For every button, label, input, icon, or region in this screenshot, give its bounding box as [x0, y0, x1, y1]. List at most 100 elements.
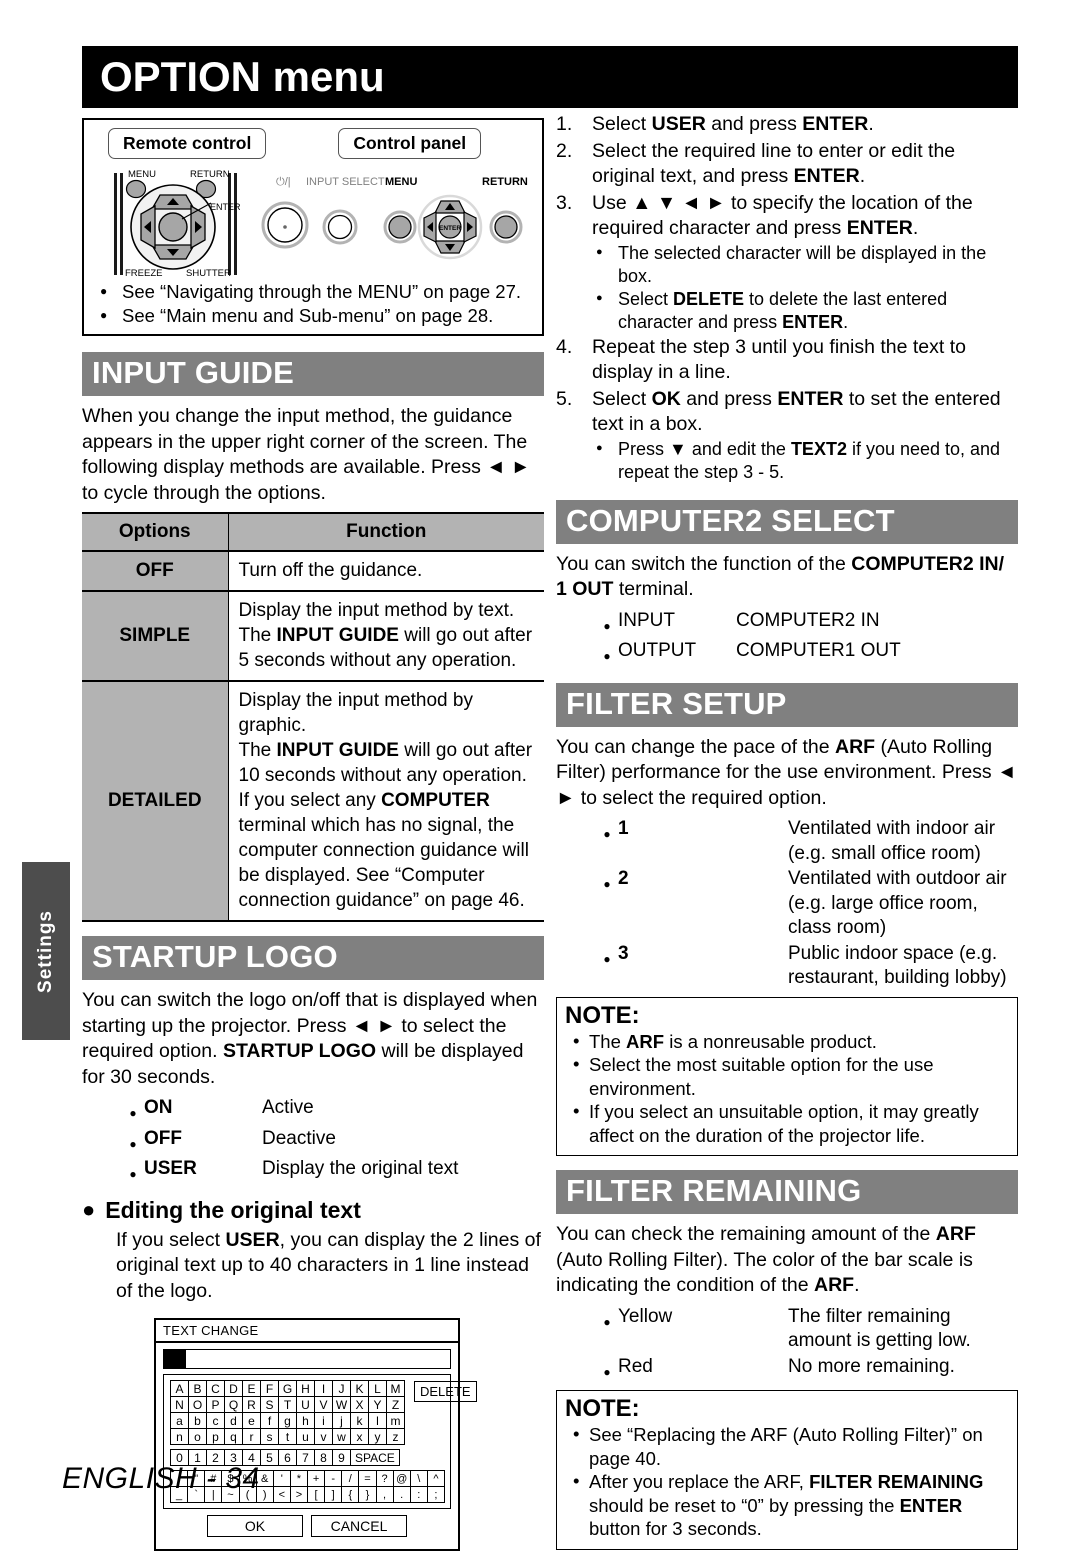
control-diagram-box: Remote control Control panel MENU RETURN…	[82, 118, 544, 336]
keyboard-key[interactable]: }	[358, 1486, 377, 1503]
keyboard-key[interactable]: a	[170, 1412, 189, 1429]
keyboard-key[interactable]: V	[314, 1396, 333, 1413]
control-diagram-tabs: Remote control Control panel	[94, 128, 532, 159]
keyboard-key[interactable]: F	[260, 1380, 279, 1397]
keyboard-key[interactable]: 7	[296, 1449, 315, 1466]
keyboard-key[interactable]: W	[332, 1396, 351, 1413]
keyboard-key[interactable]: S	[260, 1396, 279, 1413]
keyboard-key[interactable]: X	[350, 1396, 369, 1413]
th-function: Function	[228, 512, 544, 552]
option-row: ● OUTPUT COMPUTER1 OUT	[596, 639, 1018, 669]
keyboard-key[interactable]: v	[314, 1428, 333, 1445]
keyboard-key[interactable]: ?	[375, 1470, 394, 1487]
keyboard-key[interactable]: =	[358, 1470, 377, 1487]
keyboard-key[interactable]: d	[224, 1412, 243, 1429]
keyboard-key[interactable]: L	[368, 1380, 387, 1397]
keyboard-key[interactable]: m	[386, 1412, 405, 1429]
keyboard-key[interactable]: Q	[224, 1396, 243, 1413]
keyboard-key[interactable]: .	[392, 1486, 411, 1503]
keyboard-key[interactable]: D	[224, 1380, 243, 1397]
keyboard-key[interactable]: A	[170, 1380, 189, 1397]
keyboard-key[interactable]: I	[314, 1380, 333, 1397]
keyboard-key[interactable]: h	[296, 1412, 315, 1429]
note-box-filter-setup: NOTE: The ARF is a nonreusable product.S…	[556, 996, 1018, 1156]
keyboard-key[interactable]: 9	[332, 1449, 351, 1466]
keyboard-key[interactable]: Z	[386, 1396, 405, 1413]
keyboard-row: NOPQRSTUVWXYZ	[170, 1396, 405, 1413]
keyboard-key[interactable]: q	[224, 1428, 243, 1445]
editing-original-text-body: If you select USER, you can display the …	[116, 1228, 541, 1302]
keyboard-key[interactable]: 8	[314, 1449, 333, 1466]
keyboard-key[interactable]: s	[260, 1428, 279, 1445]
text-entry-field[interactable]	[163, 1349, 451, 1369]
keyboard-key[interactable]: P	[206, 1396, 225, 1413]
keyboard-key[interactable]: g	[278, 1412, 297, 1429]
keyboard-key[interactable]: Y	[368, 1396, 387, 1413]
ok-button[interactable]: OK	[207, 1515, 303, 1537]
keyboard-key[interactable]: +	[307, 1470, 326, 1487]
keyboard-key[interactable]: :	[409, 1486, 428, 1503]
keyboard-key[interactable]: b	[188, 1412, 207, 1429]
keyboard-key[interactable]: t	[278, 1428, 297, 1445]
power-icon: ⏻/|	[276, 176, 291, 188]
keyboard-key[interactable]: x	[350, 1428, 369, 1445]
startup-logo-options: ● ON Active ● OFF Deactive ● USER Display the or…	[82, 1096, 544, 1187]
keyboard-key[interactable]: [	[307, 1486, 326, 1503]
keyboard-key[interactable]: -	[324, 1470, 343, 1487]
keyboard-key[interactable]: {	[341, 1486, 360, 1503]
keyboard-key[interactable]: C	[206, 1380, 225, 1397]
keyboard-key[interactable]: z	[386, 1428, 405, 1445]
keyboard-key[interactable]: c	[206, 1412, 225, 1429]
keyboard-key[interactable]: p	[206, 1428, 225, 1445]
keyboard-key[interactable]: *	[289, 1470, 308, 1487]
keyboard-key[interactable]: '	[272, 1470, 291, 1487]
delete-button[interactable]: DELETE	[414, 1381, 477, 1402]
keyboard-key[interactable]: /	[341, 1470, 360, 1487]
keyboard-key[interactable]: J	[332, 1380, 351, 1397]
keyboard-key[interactable]: u	[296, 1428, 315, 1445]
keyboard-key[interactable]: T	[278, 1396, 297, 1413]
space-key[interactable]: SPACE	[350, 1449, 400, 1466]
keyboard-key[interactable]: N	[170, 1396, 189, 1413]
cancel-button[interactable]: CANCEL	[311, 1515, 407, 1537]
keyboard-key[interactable]: 5	[260, 1449, 279, 1466]
keyboard-key[interactable]: G	[278, 1380, 297, 1397]
remote-control-illustration: MENU RETURN ENTER FREEZE SHUTTER	[114, 169, 241, 277]
keyboard-key[interactable]: >	[289, 1486, 308, 1503]
note-items: The ARF is a nonreusable product.Select …	[565, 1029, 1009, 1148]
section-heading-computer2-select: COMPUTER2 SELECT	[556, 499, 1018, 544]
keyboard-key[interactable]: e	[242, 1412, 261, 1429]
keyboard-key[interactable]: O	[188, 1396, 207, 1413]
keyboard-key[interactable]: @	[392, 1470, 411, 1487]
keyboard-key[interactable]: ,	[375, 1486, 394, 1503]
keyboard-key[interactable]: i	[314, 1412, 333, 1429]
keyboard-key[interactable]: r	[242, 1428, 261, 1445]
keyboard-key[interactable]: ;	[426, 1486, 445, 1503]
keyboard-key[interactable]: y	[368, 1428, 387, 1445]
keyboard-key[interactable]: w	[332, 1428, 351, 1445]
keyboard-key[interactable]: H	[296, 1380, 315, 1397]
step-item: 3. Use ▲ ▼ ◄ ► to specify the location of…	[556, 191, 1018, 334]
step-item: 1. Select USER and press ENTER.	[556, 112, 1018, 138]
note-item: See “Replacing the ARF (Auto Rolling Fil…	[565, 1422, 1009, 1470]
option-row: ● OFF Deactive	[122, 1127, 544, 1157]
keyboard-key[interactable]: o	[188, 1428, 207, 1445]
keyboard-key[interactable]: 6	[278, 1449, 297, 1466]
keyboard-key[interactable]: j	[332, 1412, 351, 1429]
keyboard-key[interactable]: f	[260, 1412, 279, 1429]
keyboard-key[interactable]: M	[386, 1380, 405, 1397]
keyboard-key[interactable]: ]	[324, 1486, 343, 1503]
keyboard-key[interactable]: l	[368, 1412, 387, 1429]
keyboard-key[interactable]: ^	[426, 1470, 445, 1487]
keyboard-key[interactable]: n	[170, 1428, 189, 1445]
note-box-filter-remaining: NOTE: See “Replacing the ARF (Auto Rolli…	[556, 1390, 1018, 1550]
keyboard-key[interactable]: <	[272, 1486, 291, 1503]
keyboard-key[interactable]: \	[409, 1470, 428, 1487]
keyboard-key[interactable]: R	[242, 1396, 261, 1413]
table-cell-option: DETAILED	[82, 680, 229, 922]
keyboard-key[interactable]: B	[188, 1380, 207, 1397]
keyboard-key[interactable]: k	[350, 1412, 369, 1429]
keyboard-key[interactable]: U	[296, 1396, 315, 1413]
keyboard-key[interactable]: K	[350, 1380, 369, 1397]
keyboard-key[interactable]: E	[242, 1380, 261, 1397]
